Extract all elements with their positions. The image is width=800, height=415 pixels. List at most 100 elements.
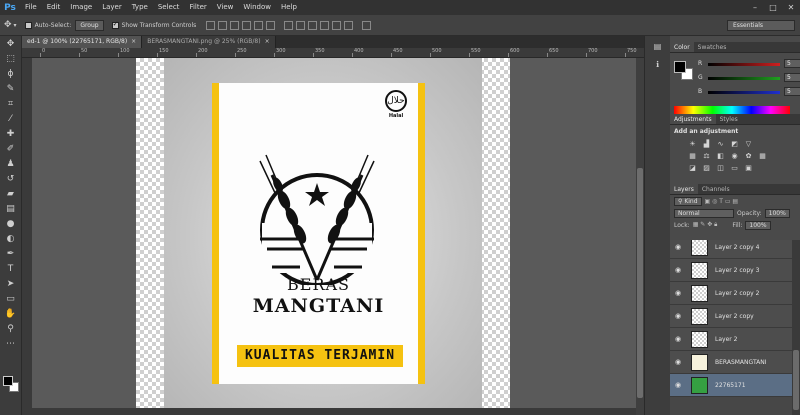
auto-align-icon[interactable] (362, 20, 372, 30)
menu-help[interactable]: Help (276, 0, 302, 15)
align-center-icon[interactable] (254, 20, 264, 30)
brush-tool-icon[interactable]: ✐ (4, 143, 18, 155)
exposure-icon[interactable]: ◩ (730, 140, 739, 148)
gradient-map-icon[interactable]: ▭ (730, 164, 739, 172)
poster-artwork[interactable]: حلال Halal BERAS MANGTANI KUALITAS TERJA… (212, 83, 425, 384)
slider-track[interactable] (708, 91, 780, 94)
shape-tool-icon[interactable]: ▭ (4, 293, 18, 305)
curves-icon[interactable]: ∿ (716, 140, 725, 148)
tab-styles[interactable]: Styles (716, 114, 742, 124)
workspace-dropdown[interactable]: Essentials (727, 20, 795, 31)
invert-icon[interactable]: ◪ (688, 164, 697, 172)
eye-icon[interactable]: ◉ (675, 358, 683, 366)
close-icon[interactable]: × (131, 38, 136, 45)
close-button[interactable]: ✕ (782, 0, 800, 15)
align-middle-icon[interactable] (218, 20, 228, 30)
healing-tool-icon[interactable]: ✚ (4, 128, 18, 140)
align-bottom-icon[interactable] (230, 20, 240, 30)
slider-track[interactable] (708, 63, 780, 66)
align-top-icon[interactable] (206, 20, 216, 30)
slider-b[interactable]: B5 (698, 87, 800, 98)
close-icon[interactable]: × (265, 38, 270, 45)
hand-tool-icon[interactable]: ✋ (4, 308, 18, 320)
filter-icons[interactable]: ▣ ◎ T ▭ ▤ (705, 198, 739, 205)
tab-layers[interactable]: Layers (670, 184, 698, 194)
quick-select-tool-icon[interactable]: ✎ (4, 83, 18, 95)
layer-row[interactable]: ◉ Layer 2 (670, 328, 792, 351)
lasso-tool-icon[interactable]: ϕ (4, 68, 18, 80)
eraser-tool-icon[interactable]: ▰ (4, 188, 18, 200)
black-white-icon[interactable]: ◧ (716, 152, 725, 160)
minimize-button[interactable]: – (746, 0, 764, 15)
slider-g[interactable]: G5 (698, 73, 800, 84)
threshold-icon[interactable]: ◫ (716, 164, 725, 172)
tab-color[interactable]: Color (670, 42, 694, 52)
crop-tool-icon[interactable]: ⌗ (4, 98, 18, 110)
align-left-icon[interactable] (242, 20, 252, 30)
distribute-right-icon[interactable] (344, 20, 354, 30)
distribute-bottom-icon[interactable] (308, 20, 318, 30)
menu-select[interactable]: Select (153, 0, 185, 15)
color-lookup-icon[interactable]: ▦ (758, 152, 767, 160)
layer-name[interactable]: Layer 2 copy 4 (715, 244, 759, 251)
vibrance-icon[interactable]: ▽ (744, 140, 753, 148)
layer-name[interactable]: Layer 2 copy 2 (715, 290, 759, 297)
move-tool-icon[interactable]: ✥ (4, 20, 12, 30)
layer-name[interactable]: Layer 2 (715, 336, 737, 343)
more-tools-icon[interactable]: ⋯ (4, 338, 18, 350)
layer-name[interactable]: Layer 2 copy 3 (715, 267, 759, 274)
history-icon[interactable]: ▤ (651, 42, 665, 54)
stamp-tool-icon[interactable]: ♟ (4, 158, 18, 170)
auto-select-dropdown[interactable]: Group (75, 19, 104, 31)
distribute-middle-icon[interactable] (296, 20, 306, 30)
tab-document-1[interactable]: ed-1 @ 100% (22765171, RGB/8) × (22, 36, 143, 48)
channel-mixer-icon[interactable]: ✿ (744, 152, 753, 160)
foreground-swatch[interactable] (674, 61, 686, 73)
distribute-center-icon[interactable] (332, 20, 342, 30)
layer-row[interactable]: ◉ Layer 2 copy 3 (670, 259, 792, 282)
distribute-left-icon[interactable] (320, 20, 330, 30)
tab-swatches[interactable]: Swatches (694, 42, 731, 52)
blend-mode-dropdown[interactable]: Normal (674, 208, 734, 218)
chevron-down-icon[interactable]: ▾ (14, 22, 17, 29)
layer-row[interactable]: ◉ Layer 2 copy (670, 305, 792, 328)
layer-name[interactable]: Layer 2 copy (715, 313, 754, 320)
slider-track[interactable] (708, 77, 780, 80)
slider-r[interactable]: R5 (698, 59, 800, 70)
lock-icons[interactable]: ▦ ✎ ✥ 🔒︎ (693, 221, 718, 229)
slider-value-input[interactable]: 5 (784, 73, 800, 82)
menu-image[interactable]: Image (65, 0, 97, 15)
distribute-top-icon[interactable] (284, 20, 294, 30)
tab-adjustments[interactable]: Adjustments (670, 114, 716, 124)
eye-icon[interactable]: ◉ (675, 381, 683, 389)
eye-icon[interactable]: ◉ (675, 243, 683, 251)
gradient-tool-icon[interactable]: ▤ (4, 203, 18, 215)
marquee-tool-icon[interactable]: ⬚ (4, 53, 18, 65)
eye-icon[interactable]: ◉ (675, 312, 683, 320)
canvas-area[interactable]: حلال Halal BERAS MANGTANI KUALITAS TERJA… (32, 58, 636, 415)
layer-row[interactable]: ◉ 22765171 (670, 374, 792, 397)
hue-saturation-icon[interactable]: ▦ (688, 152, 697, 160)
layer-row[interactable]: ◉ BERASMANGTANI (670, 351, 792, 374)
eyedropper-tool-icon[interactable]: ⁄ (4, 113, 18, 125)
auto-select-checkbox[interactable] (24, 21, 32, 29)
type-tool-icon[interactable]: T (4, 263, 18, 275)
menu-layer[interactable]: Layer (97, 0, 127, 15)
layer-row[interactable]: ◉ Layer 2 copy 4 (670, 240, 792, 259)
photo-filter-icon[interactable]: ◉ (730, 152, 739, 160)
layer-name[interactable]: 22765171 (715, 382, 746, 389)
move-tool-icon[interactable]: ✥ (4, 38, 18, 50)
properties-icon[interactable]: ℹ (651, 60, 665, 72)
menu-filter[interactable]: Filter (184, 0, 211, 15)
tab-channels[interactable]: Channels (698, 184, 734, 194)
brightness-icon[interactable]: ☀ (688, 140, 697, 148)
layer-name[interactable]: BERASMANGTANI (715, 359, 767, 366)
selective-color-icon[interactable]: ▣ (744, 164, 753, 172)
slider-value-input[interactable]: 5 (784, 59, 800, 68)
slider-value-input[interactable]: 5 (784, 87, 800, 96)
pen-tool-icon[interactable]: ✒ (4, 248, 18, 260)
eye-icon[interactable]: ◉ (675, 335, 683, 343)
menu-window[interactable]: Window (238, 0, 276, 15)
path-select-tool-icon[interactable]: ➤ (4, 278, 18, 290)
color-balance-icon[interactable]: ⚖ (702, 152, 711, 160)
